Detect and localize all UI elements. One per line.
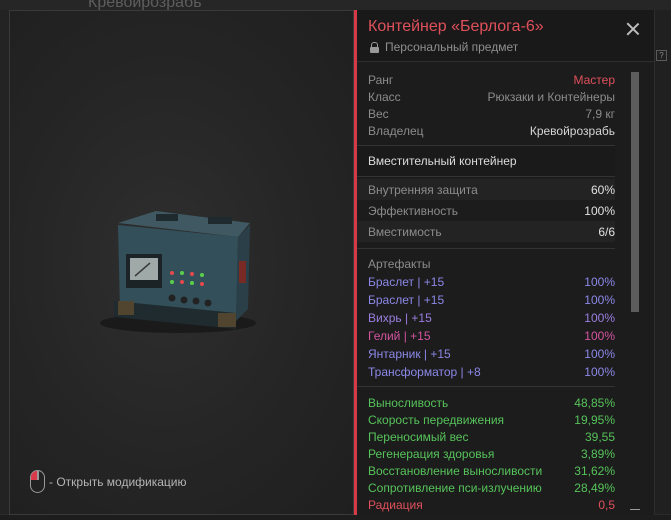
artifact-name: Гелий | +15 xyxy=(368,329,431,343)
effect-label: Сопротивление пси-излучению xyxy=(368,480,542,495)
background-left-edge xyxy=(0,10,9,515)
artifact-row[interactable]: Браслет | +15 100% xyxy=(357,273,615,291)
artifact-name: Трансформатор | +8 xyxy=(368,365,481,379)
background-right-edge: ? xyxy=(654,10,671,515)
info-label: Класс xyxy=(368,89,401,104)
item-details-panel: Контейнер «Берлога-6» Персональный предм… xyxy=(354,10,654,515)
effect-row: Сопротивление пси-излучению 28,49% xyxy=(357,479,615,496)
effect-value: 28,49% xyxy=(574,480,615,495)
stat-value: 100% xyxy=(584,203,615,218)
personal-item-label: Персональный предмет xyxy=(385,40,519,54)
container-model-image xyxy=(100,211,256,333)
effect-value: 19,95% xyxy=(574,412,615,427)
info-value: 7,9 кг xyxy=(585,106,615,121)
item-details-content[interactable]: Ранг Мастер Класс Рюкзаки и Контейнеры В… xyxy=(357,63,615,515)
effect-label: Выносливость xyxy=(368,395,449,410)
effect-label: Радиация xyxy=(368,497,423,512)
stat-label: Эффективность xyxy=(368,203,459,218)
effect-row: Радиация 0,5 xyxy=(357,496,615,513)
item-subtitle: Персональный предмет xyxy=(370,40,518,54)
artifact-value: 100% xyxy=(584,329,615,343)
artifact-value: 100% xyxy=(584,347,615,361)
effect-row: Регенерация здоровья 3,89% xyxy=(357,445,615,462)
artifacts-section: Артефакты Браслет | +15 100% Браслет | +… xyxy=(357,249,615,387)
artifact-row[interactable]: Вихрь | +15 100% xyxy=(357,309,615,327)
artifact-name: Янтарник | +15 xyxy=(368,347,451,361)
info-value: Мастер xyxy=(573,72,615,87)
item-title: Контейнер «Берлога-6» xyxy=(368,18,544,35)
close-icon[interactable] xyxy=(626,22,640,36)
artifact-value: 100% xyxy=(584,365,615,379)
item-info-section: Ранг Мастер Класс Рюкзаки и Контейнеры В… xyxy=(357,63,615,146)
artifact-value: 100% xyxy=(584,293,615,307)
info-label: Владелец xyxy=(368,123,424,138)
effect-row: Скорость передвижения 19,95% xyxy=(357,411,615,428)
scrollbar-end-marker xyxy=(630,508,640,510)
info-row-class: Класс Рюкзаки и Контейнеры xyxy=(357,88,615,105)
item-stats-section: Внутренняя защита 60% Эффективность 100%… xyxy=(357,177,615,249)
artifact-value: 100% xyxy=(584,275,615,289)
artifact-row[interactable]: Трансформатор | +8 100% xyxy=(357,363,615,381)
effect-value: 39,55 xyxy=(584,429,615,444)
help-icon[interactable]: ? xyxy=(656,50,667,61)
effect-value: 31,62% xyxy=(574,463,615,478)
info-label: Вес xyxy=(368,106,389,121)
open-modification-hint: - Открыть модификацию xyxy=(30,470,187,493)
effect-label: Восстановление выносливости xyxy=(368,463,543,478)
effect-row: Переносимый вес 39,55 xyxy=(357,428,615,445)
stat-row: Внутренняя защита 60% xyxy=(357,179,615,200)
info-value: Кревойрозрабь xyxy=(529,123,615,138)
info-value: Рюкзаки и Контейнеры xyxy=(487,89,615,104)
stat-row: Эффективность 100% xyxy=(357,200,615,221)
details-scrollbar[interactable] xyxy=(630,72,640,512)
artifact-row[interactable]: Янтарник | +15 100% xyxy=(357,345,615,363)
stat-value: 6/6 xyxy=(598,224,615,239)
artifact-value: 100% xyxy=(584,311,615,325)
open-modification-label: - Открыть модификацию xyxy=(49,474,187,489)
stat-row: Вместимость 6/6 xyxy=(357,221,615,242)
effect-label: Скорость передвижения xyxy=(368,412,505,427)
artifact-row[interactable]: Браслет | +15 100% xyxy=(357,291,615,309)
stat-value: 60% xyxy=(590,182,615,197)
artifact-row[interactable]: Гелий | +15 100% xyxy=(357,327,615,345)
scrollbar-thumb[interactable] xyxy=(631,72,639,312)
artifacts-title: Артефакты xyxy=(368,257,431,271)
lock-icon xyxy=(370,41,379,53)
effect-row: Восстановление выносливости 31,62% xyxy=(357,462,615,479)
stat-label: Внутренняя защита xyxy=(368,182,478,197)
info-row-rank: Ранг Мастер xyxy=(357,71,615,88)
item-description: Вместительный контейнер xyxy=(357,146,615,177)
item-preview-panel[interactable]: - Открыть модификацию xyxy=(9,10,354,515)
artifact-name: Браслет | +15 xyxy=(368,275,445,289)
artifact-name: Браслет | +15 xyxy=(368,293,445,307)
effect-value: 0,5 xyxy=(598,497,615,512)
info-label: Ранг xyxy=(368,72,394,87)
effects-section: Выносливость 48,85% Скорость передвижени… xyxy=(357,387,615,513)
artifact-name: Вихрь | +15 xyxy=(368,311,432,325)
item-header: Контейнер «Берлога-6» Персональный предм… xyxy=(357,10,654,62)
effect-label: Регенерация здоровья xyxy=(368,446,495,461)
effect-value: 3,89% xyxy=(580,446,615,461)
mouse-left-click-icon xyxy=(30,470,45,493)
stat-label: Вместимость xyxy=(368,224,442,239)
effect-row: Выносливость 48,85% xyxy=(357,394,615,411)
info-row-owner: Владелец Кревойрозрабь xyxy=(357,122,615,139)
effect-label: Переносимый вес xyxy=(368,429,469,444)
effect-value: 48,85% xyxy=(574,395,615,410)
info-row-weight: Вес 7,9 кг xyxy=(357,105,615,122)
